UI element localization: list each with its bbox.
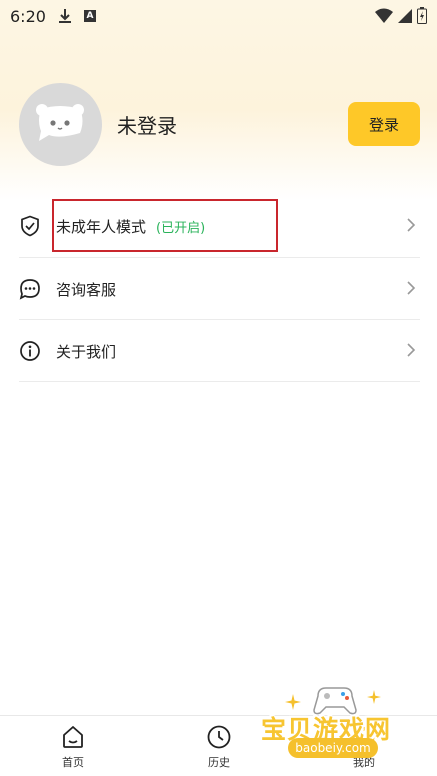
- divider: [19, 381, 420, 382]
- menu-item-label: 关于我们: [56, 342, 117, 361]
- status-time: 6:20: [10, 6, 46, 26]
- chat-bubble-icon: [19, 278, 41, 300]
- watermark: 宝贝游戏网 baobeiy.com: [255, 682, 437, 776]
- annotation-highlight-box: [52, 199, 278, 252]
- username-label: 未登录: [117, 114, 177, 138]
- wifi-icon: [375, 8, 393, 23]
- avatar-mascot-icon: [36, 104, 84, 141]
- nav-label: 历史: [208, 756, 230, 769]
- clock-icon: [207, 725, 231, 749]
- menu-item-label: 咨询客服: [56, 280, 117, 299]
- sparkle-icon: [285, 694, 301, 710]
- chevron-right-icon: [407, 281, 416, 295]
- shield-check-icon: [19, 215, 41, 237]
- home-icon: [63, 726, 83, 748]
- download-icon: [58, 9, 71, 23]
- nav-tab-history[interactable]: 历史: [189, 724, 249, 770]
- nav-tab-home[interactable]: 首页: [43, 724, 103, 770]
- info-icon: [19, 340, 41, 362]
- signal-icon: [398, 8, 412, 23]
- battery-icon: [417, 7, 427, 24]
- status-bar: 6:20 A: [0, 0, 437, 32]
- sparkle-icon: [367, 690, 381, 704]
- a-badge-icon: A: [83, 10, 96, 22]
- menu-item-customer-service[interactable]: 咨询客服: [19, 258, 420, 320]
- menu-item-about-us[interactable]: 关于我们: [19, 320, 420, 382]
- login-button[interactable]: 登录: [348, 102, 420, 146]
- avatar[interactable]: [19, 83, 102, 166]
- chevron-right-icon: [407, 343, 416, 357]
- nav-label: 首页: [62, 756, 84, 769]
- watermark-url: baobeiy.com: [288, 738, 378, 758]
- chevron-right-icon: [407, 218, 416, 232]
